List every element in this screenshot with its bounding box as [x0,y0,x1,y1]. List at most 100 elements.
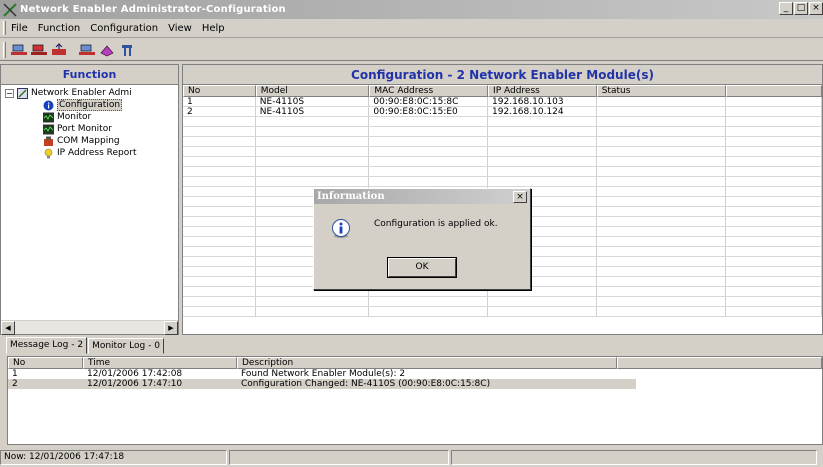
search-network-button[interactable] [10,41,28,59]
cell-blank [597,287,727,296]
export-config-button[interactable] [78,41,96,59]
tree-item-port-monitor[interactable]: Port Monitor [5,123,178,135]
column-header-model[interactable]: Model [255,85,370,97]
cell-blank [597,157,727,166]
network-enabler-icon [17,87,28,99]
cell-model: NE-4110S [256,97,370,106]
module-table-header: No Model MAC Address IP Address Status [183,85,822,97]
cell-blank [183,287,256,296]
menu-function[interactable]: Function [33,23,86,34]
status-panel-3 [451,450,817,465]
menu-help[interactable]: Help [197,23,230,34]
empty-row [183,157,822,167]
tab-monitor-log[interactable]: Monitor Log - 0 [88,338,164,354]
cell-blank [369,127,489,136]
import-config-button[interactable] [98,41,116,59]
tree-item-monitor[interactable]: Monitor [5,111,178,123]
log-cell-no: 2 [12,379,18,389]
cell-blank [488,157,597,166]
tree-item-configuration[interactable]: Configuration [5,99,178,111]
module-row[interactable]: 1 NE-4110S 00:90:E8:0C:15:8C 192.168.10.103 [183,97,822,107]
cell-blank [183,307,256,316]
cell-blank [597,307,727,316]
cell-blank [369,307,489,316]
cell-blank [183,297,256,306]
log-column-header-no[interactable]: No [8,357,83,369]
cell-blank [597,237,727,246]
column-header-no[interactable]: No [183,85,256,97]
scroll-right-icon[interactable]: ▶ [164,321,178,335]
log-row[interactable]: 1 12/01/2006 17:42:08 Found Network Enab… [8,369,822,379]
cell-blank [369,177,489,186]
cell-blank [726,307,822,316]
tree-item-label: Configuration [57,99,123,111]
stop-search-button[interactable] [30,41,48,59]
minimize-button[interactable]: _ [779,2,793,15]
cell-blank [256,127,370,136]
function-tree: − Network Enabler Admi Configuration Mon… [1,85,178,159]
log-cell-no: 1 [12,369,18,379]
search-network-icon [11,44,27,55]
menu-view[interactable]: View [163,23,197,34]
tree-item-ip-address-report[interactable]: IP Address Report [5,147,178,159]
cell-blank [726,117,822,126]
cell-blank [726,247,822,256]
cell-blank [597,197,727,206]
module-row[interactable]: 2 NE-4110S 00:90:E8:0C:15:E0 192.168.10.124 [183,107,822,117]
cell-blank [597,117,727,126]
properties-button[interactable] [118,41,136,59]
menu-file[interactable]: File [6,23,33,34]
column-header-ip[interactable]: IP Address [488,85,597,97]
column-header-status[interactable]: Status [596,85,727,97]
close-button[interactable]: × [809,2,823,15]
com-mapping-icon [44,136,53,146]
tab-message-log[interactable]: Message Log - 2 [6,337,88,354]
cell-blank [256,147,370,156]
tree-root[interactable]: − Network Enabler Admi [5,87,178,99]
column-header-mac[interactable]: MAC Address [369,85,489,97]
collapse-icon[interactable]: − [5,88,14,98]
cell-blank [597,267,727,276]
cell-blank [597,167,727,176]
cell-blank [183,207,256,216]
cell-blank [726,207,822,216]
tree-item-com-mapping[interactable]: COM Mapping [5,135,178,147]
log-column-header-time[interactable]: Time [83,357,237,369]
cell-blank [369,297,489,306]
cell-blank [256,167,370,176]
dialog-close-button[interactable]: × [513,191,527,203]
cell-blank [726,137,822,146]
log-cell-description: Configuration Changed: NE-4110S (00:90:E… [241,379,491,389]
cell-blank [488,147,597,156]
log-row-selected[interactable]: 2 12/01/2006 17:47:10 Configuration Chan… [8,379,636,389]
log-column-header-description[interactable]: Description [237,357,617,369]
cell-blank [369,137,489,146]
log-tabs: Message Log - 2 Monitor Log - 0 [6,337,165,354]
status-time: Now: 12/01/2006 17:47:18 [0,450,227,465]
configuration-pane-header: Configuration - 2 Network Enabler Module… [183,65,822,85]
log-cell-time: 12/01/2006 17:47:10 [87,379,183,389]
menu-configuration[interactable]: Configuration [85,23,163,34]
cell-blank [597,217,727,226]
toolbar-grip [3,41,6,58]
cell-blank [726,267,822,276]
apply-config-button[interactable] [50,41,68,59]
log-table-header: No Time Description [8,357,822,369]
ok-button[interactable]: OK [388,258,456,277]
cell-blank [183,167,256,176]
cell-ip: 192.168.10.103 [488,97,597,106]
empty-row [183,147,822,157]
empty-row [183,177,822,187]
dialog-message: Configuration is applied ok. [374,219,498,229]
tree-horizontal-scrollbar[interactable]: ◀ ▶ [1,320,178,335]
cell-blank [369,147,489,156]
maximize-button[interactable]: □ [794,2,808,15]
cell-blank [726,197,822,206]
cell-blank [726,167,822,176]
cell-blank [726,177,822,186]
cell-blank [726,257,822,266]
cell-blank [726,297,822,306]
scroll-left-icon[interactable]: ◀ [1,321,15,335]
tree-item-label: COM Mapping [57,136,120,146]
cell-blank [183,197,256,206]
